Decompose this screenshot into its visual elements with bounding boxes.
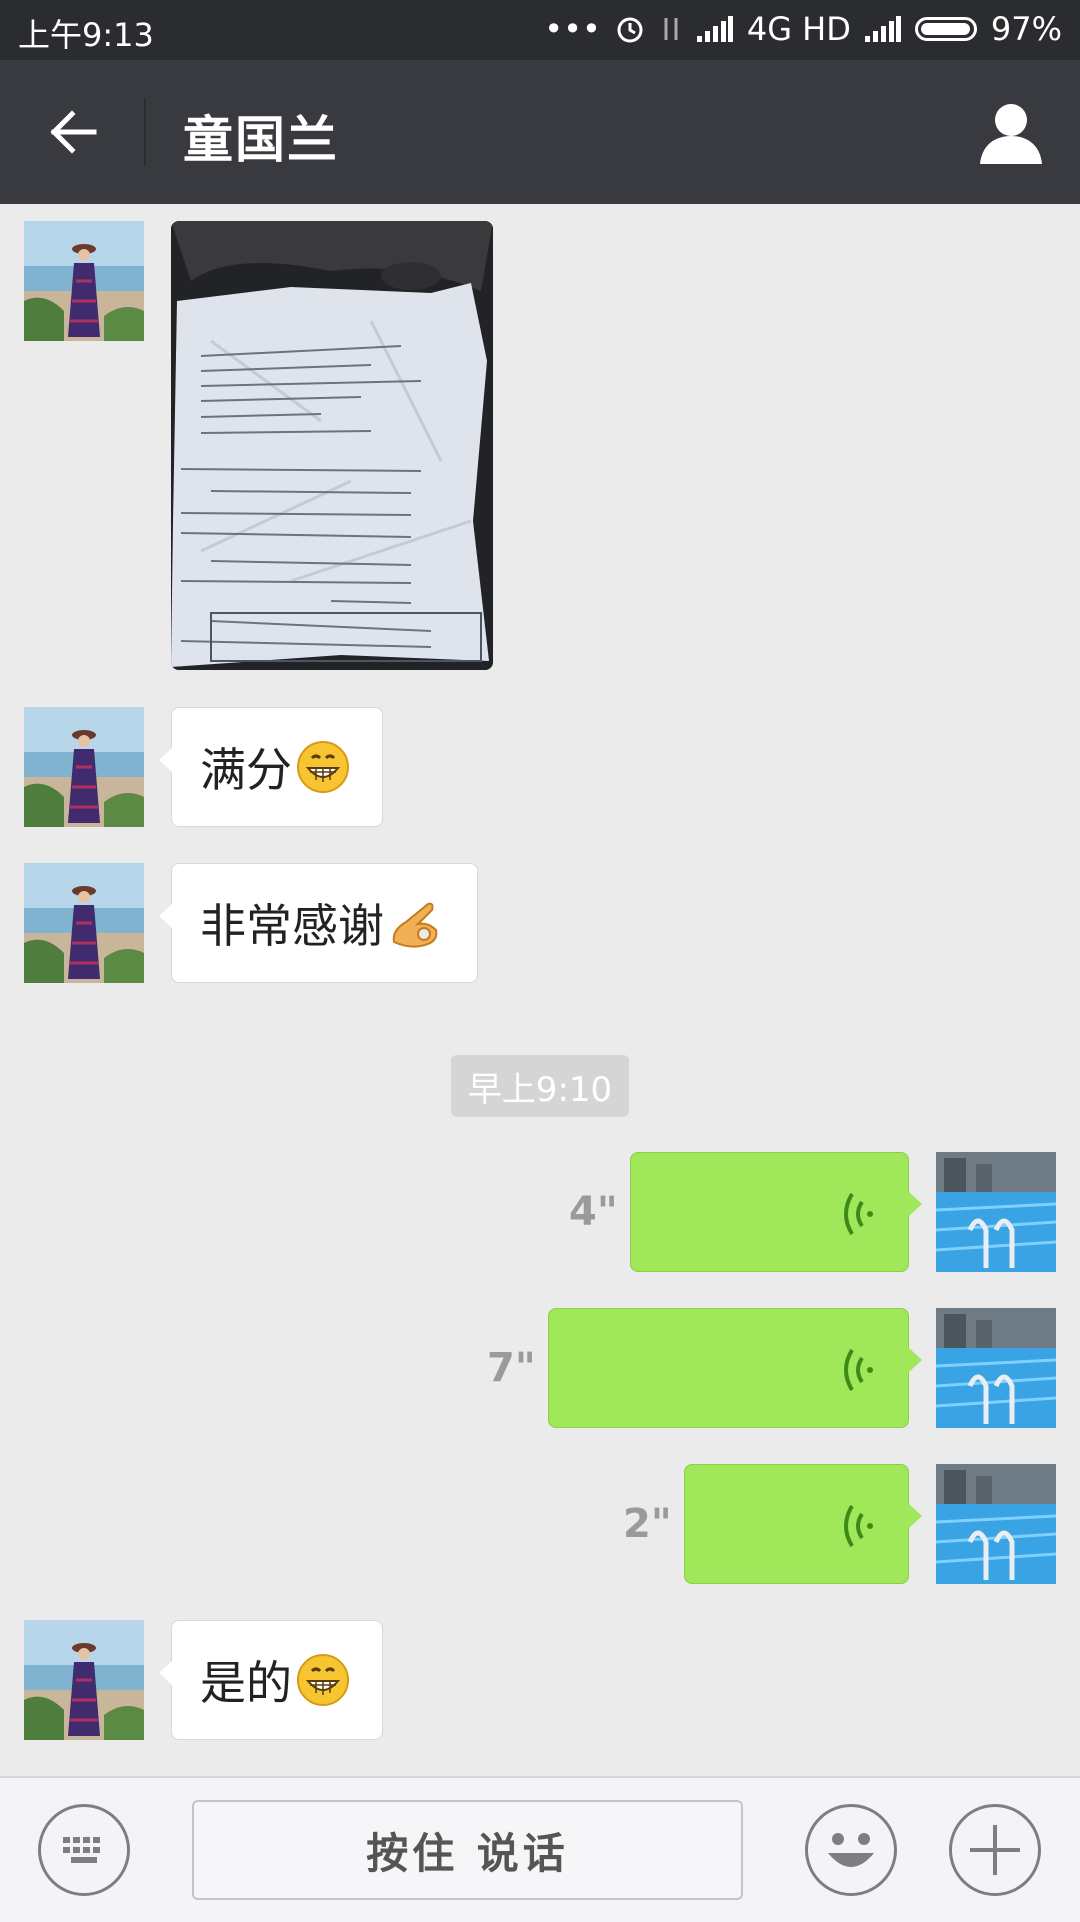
ok-hand-emoji: [392, 902, 438, 948]
input-bar: 按住 说话: [0, 1776, 1080, 1922]
chat-timestamp: 早上9:10: [451, 1055, 629, 1117]
alarm-icon: [617, 17, 643, 43]
network-type: 4G HD: [746, 10, 851, 48]
voice-message-bubble[interactable]: [630, 1152, 922, 1272]
voice-message-bubble[interactable]: [548, 1308, 922, 1428]
smiley-glyph: [828, 1833, 874, 1867]
battery-icon: [914, 17, 977, 41]
receipt-photo: [171, 221, 493, 670]
voice-wave-icon: [844, 1504, 873, 1548]
message-text: 是的: [200, 1656, 292, 1710]
avatar-image: [24, 863, 144, 983]
voice-duration: 7": [487, 1345, 536, 1391]
contact-avatar[interactable]: [24, 863, 144, 983]
grin-emoji: [297, 1654, 349, 1706]
status-bar: 上午9:13 ••• 4G HD 97%: [0, 0, 1080, 60]
pool-avatar-image: [936, 1308, 1056, 1428]
status-icons: ••• 4G HD 97%: [544, 10, 1062, 48]
my-avatar[interactable]: [936, 1152, 1056, 1272]
message-text: 满分: [200, 743, 292, 797]
chat-header: 童国兰: [0, 60, 1080, 204]
contact-avatar[interactable]: [24, 707, 144, 827]
data-transfer-icon: [664, 18, 678, 40]
avatar-image: [24, 1620, 144, 1740]
signal-icon-2: [864, 16, 901, 42]
status-time: 上午9:13: [18, 16, 154, 54]
pool-avatar-image: [936, 1152, 1056, 1272]
plus-glyph: [970, 1825, 1020, 1875]
keyboard-glyph: [63, 1837, 100, 1863]
voice-duration: 4": [569, 1189, 618, 1235]
keyboard-icon[interactable]: [38, 1804, 130, 1896]
avatar-image: [24, 707, 144, 827]
my-avatar[interactable]: [936, 1464, 1056, 1584]
my-avatar[interactable]: [936, 1308, 1056, 1428]
smiley-icon[interactable]: [805, 1804, 897, 1896]
signal-icon: [696, 16, 733, 42]
message-bubble[interactable]: 满分: [159, 707, 383, 827]
voice-message-bubble[interactable]: [684, 1464, 922, 1584]
voice-duration: 2": [623, 1501, 672, 1547]
contact-avatar[interactable]: [24, 221, 144, 341]
message-text: 非常感谢: [200, 899, 384, 953]
message-bubble[interactable]: 非常感谢: [159, 863, 478, 983]
hold-to-talk-button[interactable]: 按住 说话: [192, 1800, 743, 1900]
header-divider: [144, 98, 146, 166]
avatar-image: [24, 221, 144, 341]
grin-emoji: [297, 741, 349, 793]
arrow-left-icon[interactable]: [44, 102, 104, 162]
voice-wave-icon: [844, 1348, 873, 1392]
contact-avatar[interactable]: [24, 1620, 144, 1740]
voice-wave-icon: [844, 1192, 873, 1236]
message-bubble[interactable]: 是的: [159, 1620, 383, 1740]
chat-image-exam-receipt[interactable]: [171, 221, 493, 670]
page-title: 童国兰: [183, 111, 339, 169]
person-icon[interactable]: [978, 100, 1044, 166]
pool-avatar-image: [936, 1464, 1056, 1584]
more-dots-icon: •••: [544, 10, 601, 48]
plus-icon[interactable]: [949, 1804, 1041, 1896]
battery-level: 97%: [990, 10, 1062, 48]
